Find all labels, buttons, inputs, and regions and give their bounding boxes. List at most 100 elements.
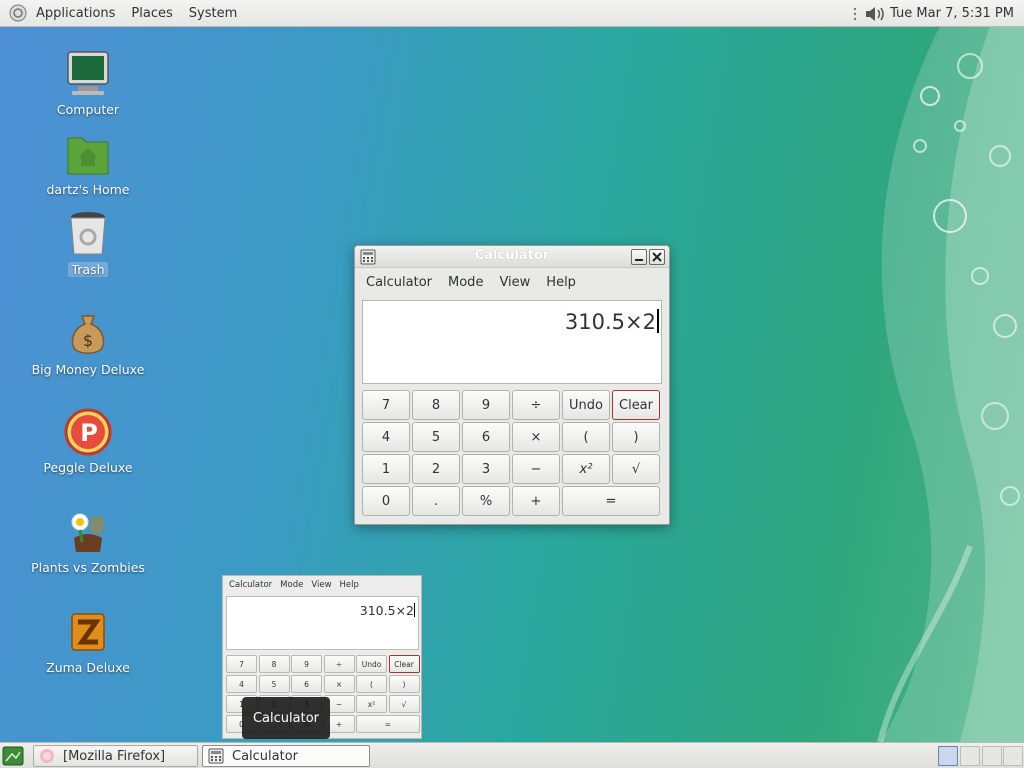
menu-help[interactable]: Help: [538, 275, 584, 290]
preview-key: ): [388, 675, 420, 693]
key-7[interactable]: 7: [362, 390, 410, 420]
preview-key: Undo: [356, 655, 387, 673]
desktop-icon-label: Computer: [56, 102, 120, 117]
key-sqrt[interactable]: √: [612, 454, 660, 484]
key-close-paren[interactable]: ): [612, 422, 660, 452]
desktop-icon-plants-vs-zombies[interactable]: Plants vs Zombies: [28, 508, 148, 576]
preview-key: 6: [291, 675, 322, 693]
menu-calculator[interactable]: Calculator: [358, 275, 440, 290]
key-3[interactable]: 3: [462, 454, 510, 484]
wallpaper-decoration: [877, 26, 1024, 742]
key-multiply[interactable]: ×: [512, 422, 560, 452]
preview-key: (: [356, 675, 387, 693]
desktop-icon-peggle[interactable]: P Peggle Deluxe: [28, 408, 148, 476]
menu-applications[interactable]: Applications: [28, 0, 123, 27]
key-2[interactable]: 2: [412, 454, 460, 484]
plants-vs-zombies-icon: [64, 508, 112, 556]
key-8[interactable]: 8: [412, 390, 460, 420]
menu-view[interactable]: View: [491, 275, 538, 290]
display-expression: 310.5×2: [564, 310, 656, 334]
bottom-panel: [Mozilla Firefox] Calculator: [0, 742, 1024, 768]
menu-places[interactable]: Places: [123, 0, 180, 27]
workspace-4[interactable]: [1003, 746, 1023, 766]
foot-menu-icon[interactable]: [8, 3, 28, 23]
top-menu: Applications Places System: [28, 0, 245, 27]
calculator-menubar: Calculator Mode View Help: [355, 268, 669, 296]
key-add[interactable]: +: [512, 486, 560, 516]
desktop-icon-computer[interactable]: Computer: [28, 50, 148, 118]
preview-key: 9: [291, 655, 322, 673]
window-title: Calculator: [474, 248, 550, 263]
desktop-icon-label: Big Money Deluxe: [31, 362, 145, 377]
task-label: Calculator: [232, 748, 299, 764]
money-bag-icon: $: [64, 310, 112, 358]
preview-expression: 310.5×2: [359, 603, 414, 618]
workspace-1[interactable]: [938, 746, 958, 766]
preview-menu-view: View: [311, 580, 332, 590]
calculator-icon: [208, 748, 224, 764]
workspace-2[interactable]: [960, 746, 980, 766]
close-button[interactable]: [649, 249, 665, 265]
desktop-icon-label: Peggle Deluxe: [43, 460, 133, 475]
key-9[interactable]: 9: [462, 390, 510, 420]
tray-handle-icon: [853, 7, 857, 20]
preview-menu-mode: Mode: [280, 580, 304, 590]
top-panel: Applications Places System Tue Mar 7, 5:…: [0, 0, 1024, 27]
preview-key: 8: [258, 655, 290, 673]
key-subtract[interactable]: −: [512, 454, 560, 484]
show-desktop-icon[interactable]: [2, 746, 24, 766]
svg-text:P: P: [80, 419, 98, 447]
calculator-keypad: 7 8 9 ÷ Undo Clear 4 5 6 × ( ) 1 2 3 − x…: [362, 390, 662, 516]
preview-cursor: [414, 603, 415, 617]
preview-key: √: [388, 695, 420, 713]
key-1[interactable]: 1: [362, 454, 410, 484]
desktop-icon-label: Plants vs Zombies: [31, 560, 145, 575]
calculator-window: Calculator Calculator Mode View Help 310…: [354, 245, 670, 525]
clear-button[interactable]: Clear: [612, 390, 660, 420]
taskbar-tooltip: Calculator: [242, 697, 330, 739]
computer-icon: [64, 50, 112, 98]
task-firefox[interactable]: [Mozilla Firefox]: [33, 745, 198, 767]
home-folder-icon: [64, 130, 112, 178]
volume-icon[interactable]: [864, 5, 886, 23]
clock[interactable]: Tue Mar 7, 5:31 PM: [886, 6, 1024, 21]
window-titlebar[interactable]: Calculator: [355, 246, 669, 268]
key-square[interactable]: x²: [562, 454, 610, 484]
minimize-button[interactable]: [631, 249, 647, 265]
key-open-paren[interactable]: (: [562, 422, 610, 452]
desktop-icon-label: dartz's Home: [46, 182, 130, 197]
key-percent[interactable]: %: [462, 486, 510, 516]
menu-system[interactable]: System: [181, 0, 245, 27]
workspace-3[interactable]: [982, 746, 1002, 766]
desktop-icon-home[interactable]: dartz's Home: [28, 130, 148, 198]
text-cursor: [657, 309, 659, 333]
desktop-icon-zuma[interactable]: Zuma Deluxe: [28, 608, 148, 676]
key-5[interactable]: 5: [412, 422, 460, 452]
menu-mode[interactable]: Mode: [440, 275, 491, 290]
task-label: [Mozilla Firefox]: [63, 748, 166, 764]
key-decimal[interactable]: .: [412, 486, 460, 516]
preview-key: ×: [323, 675, 355, 693]
calculator-display[interactable]: 310.5×2: [362, 300, 662, 384]
desktop-icon-label: Trash: [68, 262, 108, 277]
preview-key: 4: [226, 675, 257, 693]
key-6[interactable]: 6: [462, 422, 510, 452]
key-4[interactable]: 4: [362, 422, 410, 452]
zuma-icon: [64, 608, 112, 656]
preview-key-clear: Clear: [388, 655, 420, 673]
preview-display: 310.5×2: [226, 596, 419, 650]
desktop-icon-big-money[interactable]: $ Big Money Deluxe: [28, 310, 148, 378]
desktop-icon-trash[interactable]: Trash: [28, 210, 148, 278]
task-calculator[interactable]: Calculator: [202, 745, 370, 767]
firefox-icon: [40, 749, 54, 763]
undo-button[interactable]: Undo: [562, 390, 610, 420]
system-tray: Tue Mar 7, 5:31 PM: [852, 0, 1024, 27]
preview-key: ÷: [323, 655, 355, 673]
preview-key: 7: [226, 655, 257, 673]
preview-menu-calculator: Calculator: [229, 580, 273, 590]
key-0[interactable]: 0: [362, 486, 410, 516]
key-divide[interactable]: ÷: [512, 390, 560, 420]
preview-key: 5: [258, 675, 290, 693]
key-equals[interactable]: =: [562, 486, 660, 516]
preview-menubar: Calculator Mode View Help: [223, 576, 421, 594]
